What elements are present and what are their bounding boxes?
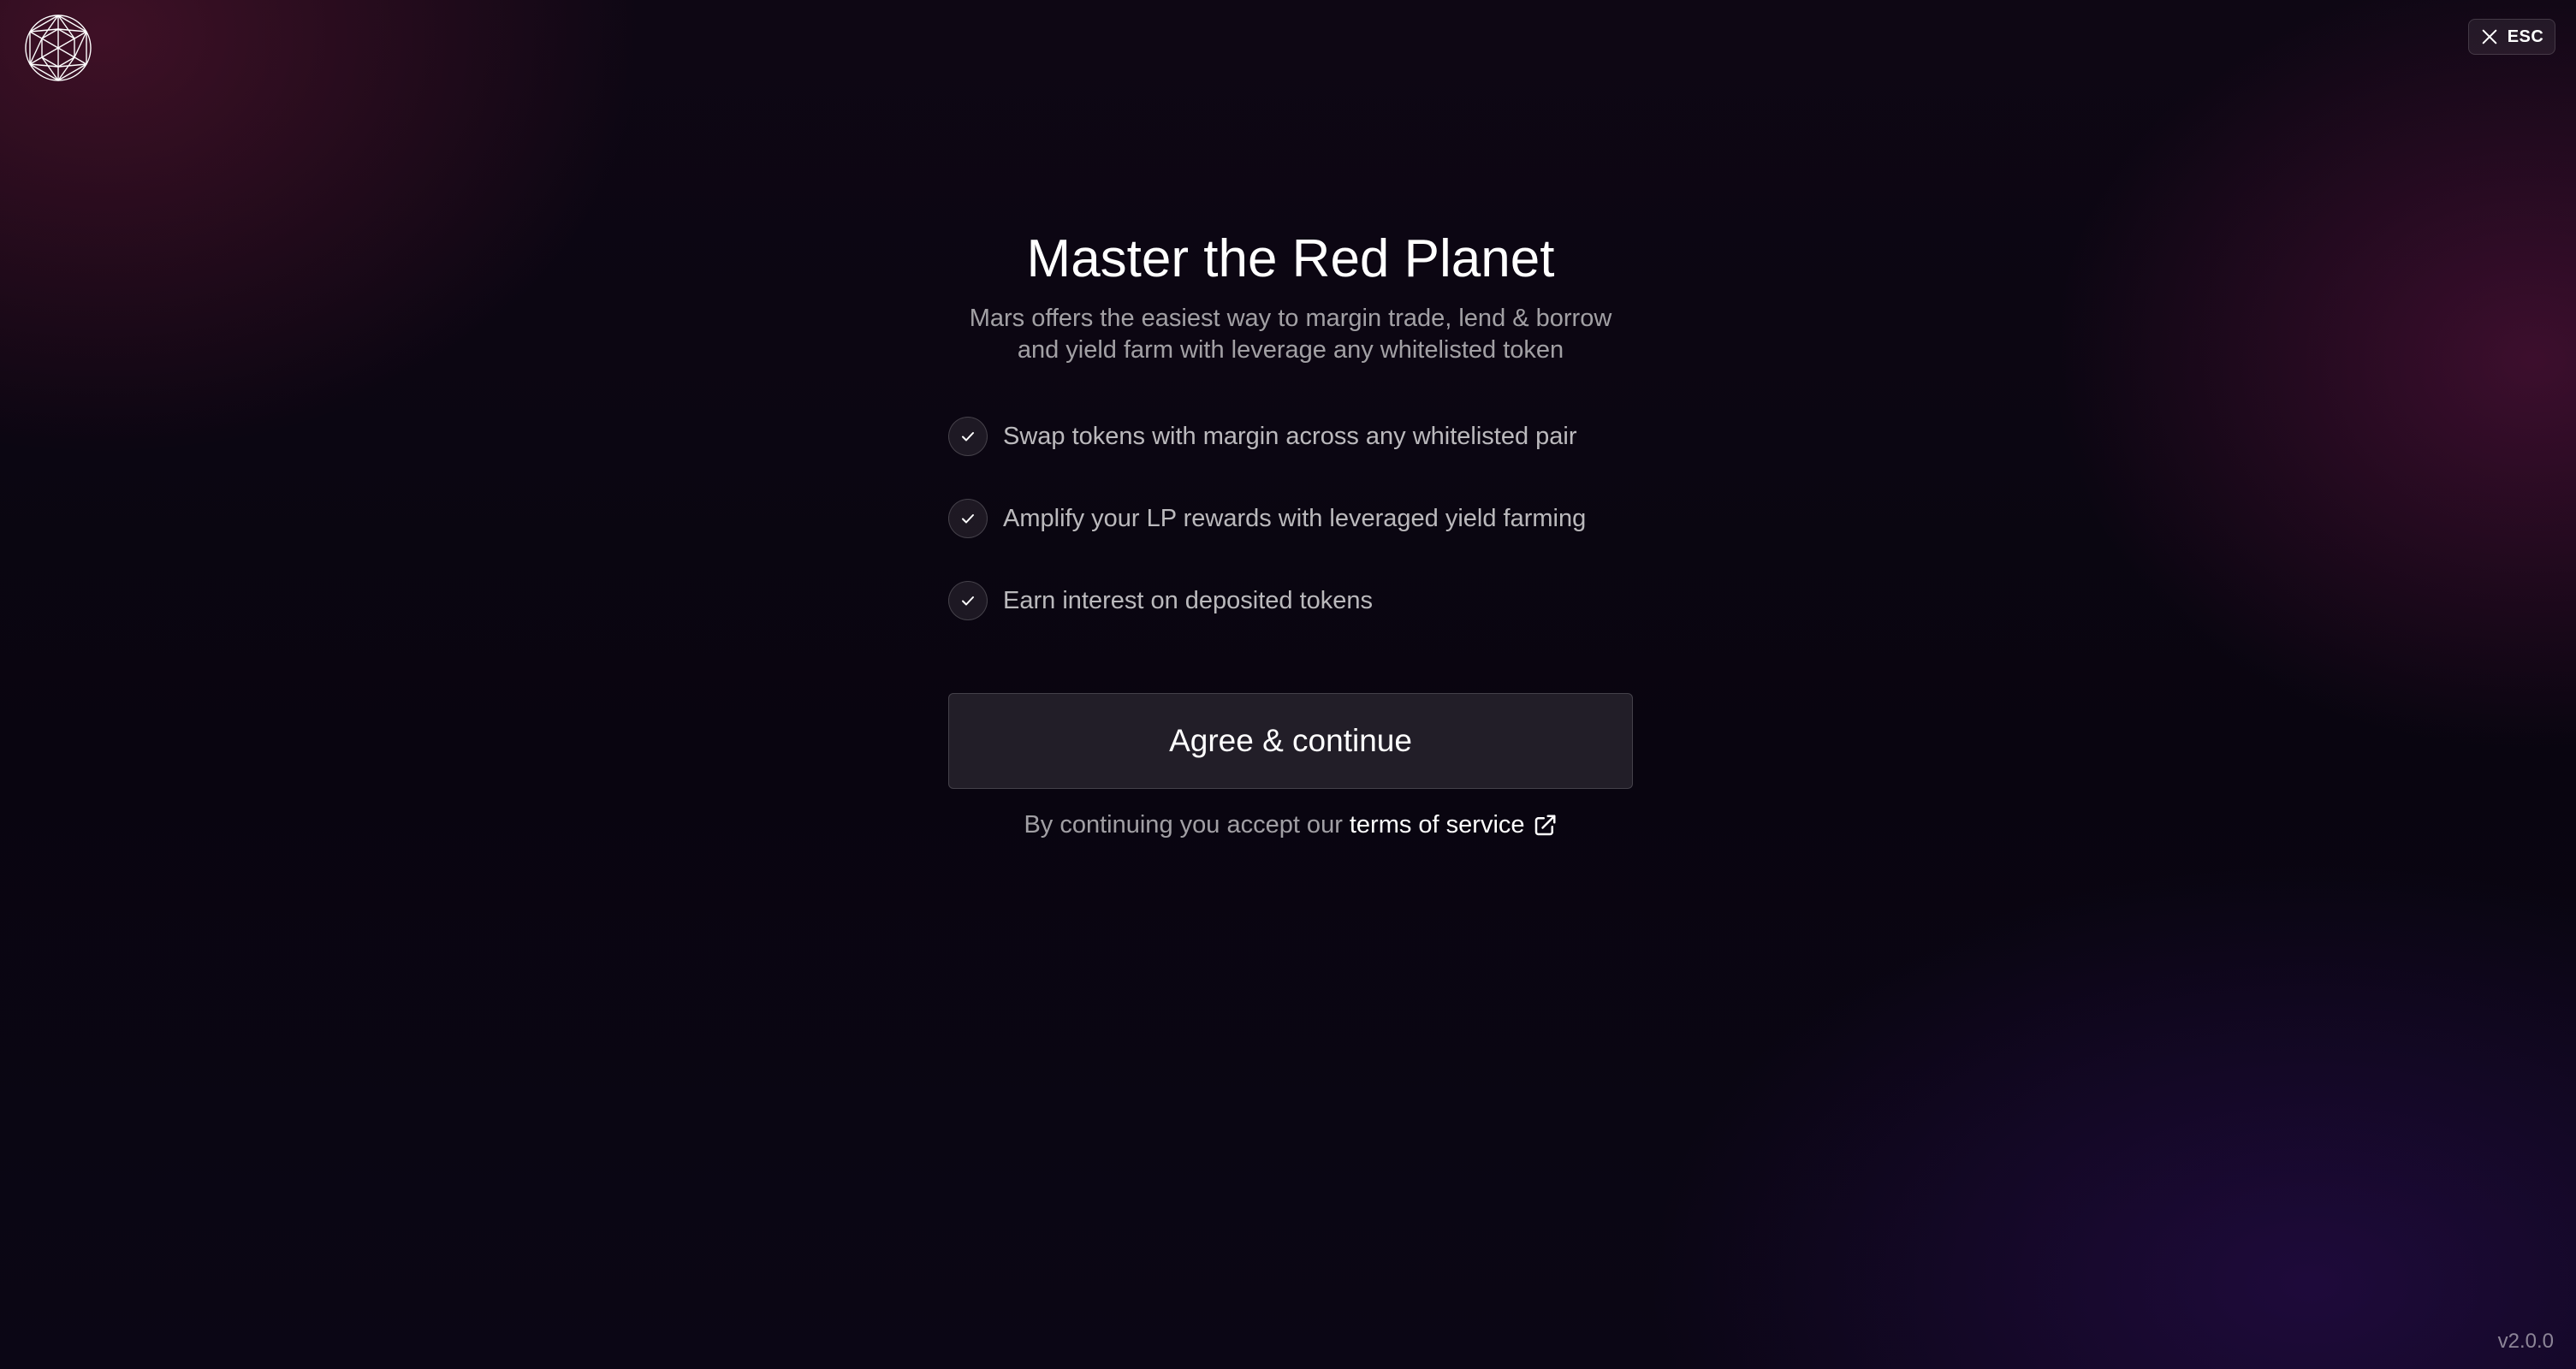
- feature-text: Swap tokens with margin across any white…: [1003, 422, 1577, 450]
- feature-item: Amplify your LP rewards with leveraged y…: [948, 498, 1633, 539]
- esc-label: ESC: [2507, 27, 2544, 46]
- feature-item: Swap tokens with margin across any white…: [948, 416, 1633, 457]
- page-subtitle: Mars offers the easiest way to margin tr…: [969, 305, 1612, 364]
- feature-list: Swap tokens with margin across any white…: [948, 416, 1633, 621]
- terms-link-label: terms of service: [1349, 811, 1525, 839]
- check-icon: [948, 581, 988, 620]
- feature-text: Earn interest on deposited tokens: [1003, 586, 1374, 614]
- agree-continue-button[interactable]: Agree & continue: [948, 693, 1633, 789]
- page-title: Master the Red Planet: [1026, 229, 1555, 288]
- feature-text: Amplify your LP rewards with leveraged y…: [1003, 504, 1587, 532]
- feature-item: Earn interest on deposited tokens: [948, 580, 1633, 621]
- mars-logo-icon[interactable]: [24, 14, 92, 82]
- terms-prefix: By continuing you accept our: [1024, 811, 1343, 839]
- close-icon: [2482, 29, 2497, 44]
- check-icon: [948, 499, 988, 538]
- terms-of-service-link[interactable]: terms of service: [1350, 811, 1558, 839]
- close-esc-button[interactable]: ESC: [2468, 19, 2555, 55]
- external-link-icon: [1534, 815, 1556, 835]
- onboarding-panel: Master the Red Planet Mars offers the ea…: [948, 224, 1633, 839]
- version-label: v2.0.0: [2497, 1330, 2554, 1353]
- check-icon: [948, 417, 988, 456]
- terms-notice: By continuing you accept our terms of se…: [1024, 811, 1557, 839]
